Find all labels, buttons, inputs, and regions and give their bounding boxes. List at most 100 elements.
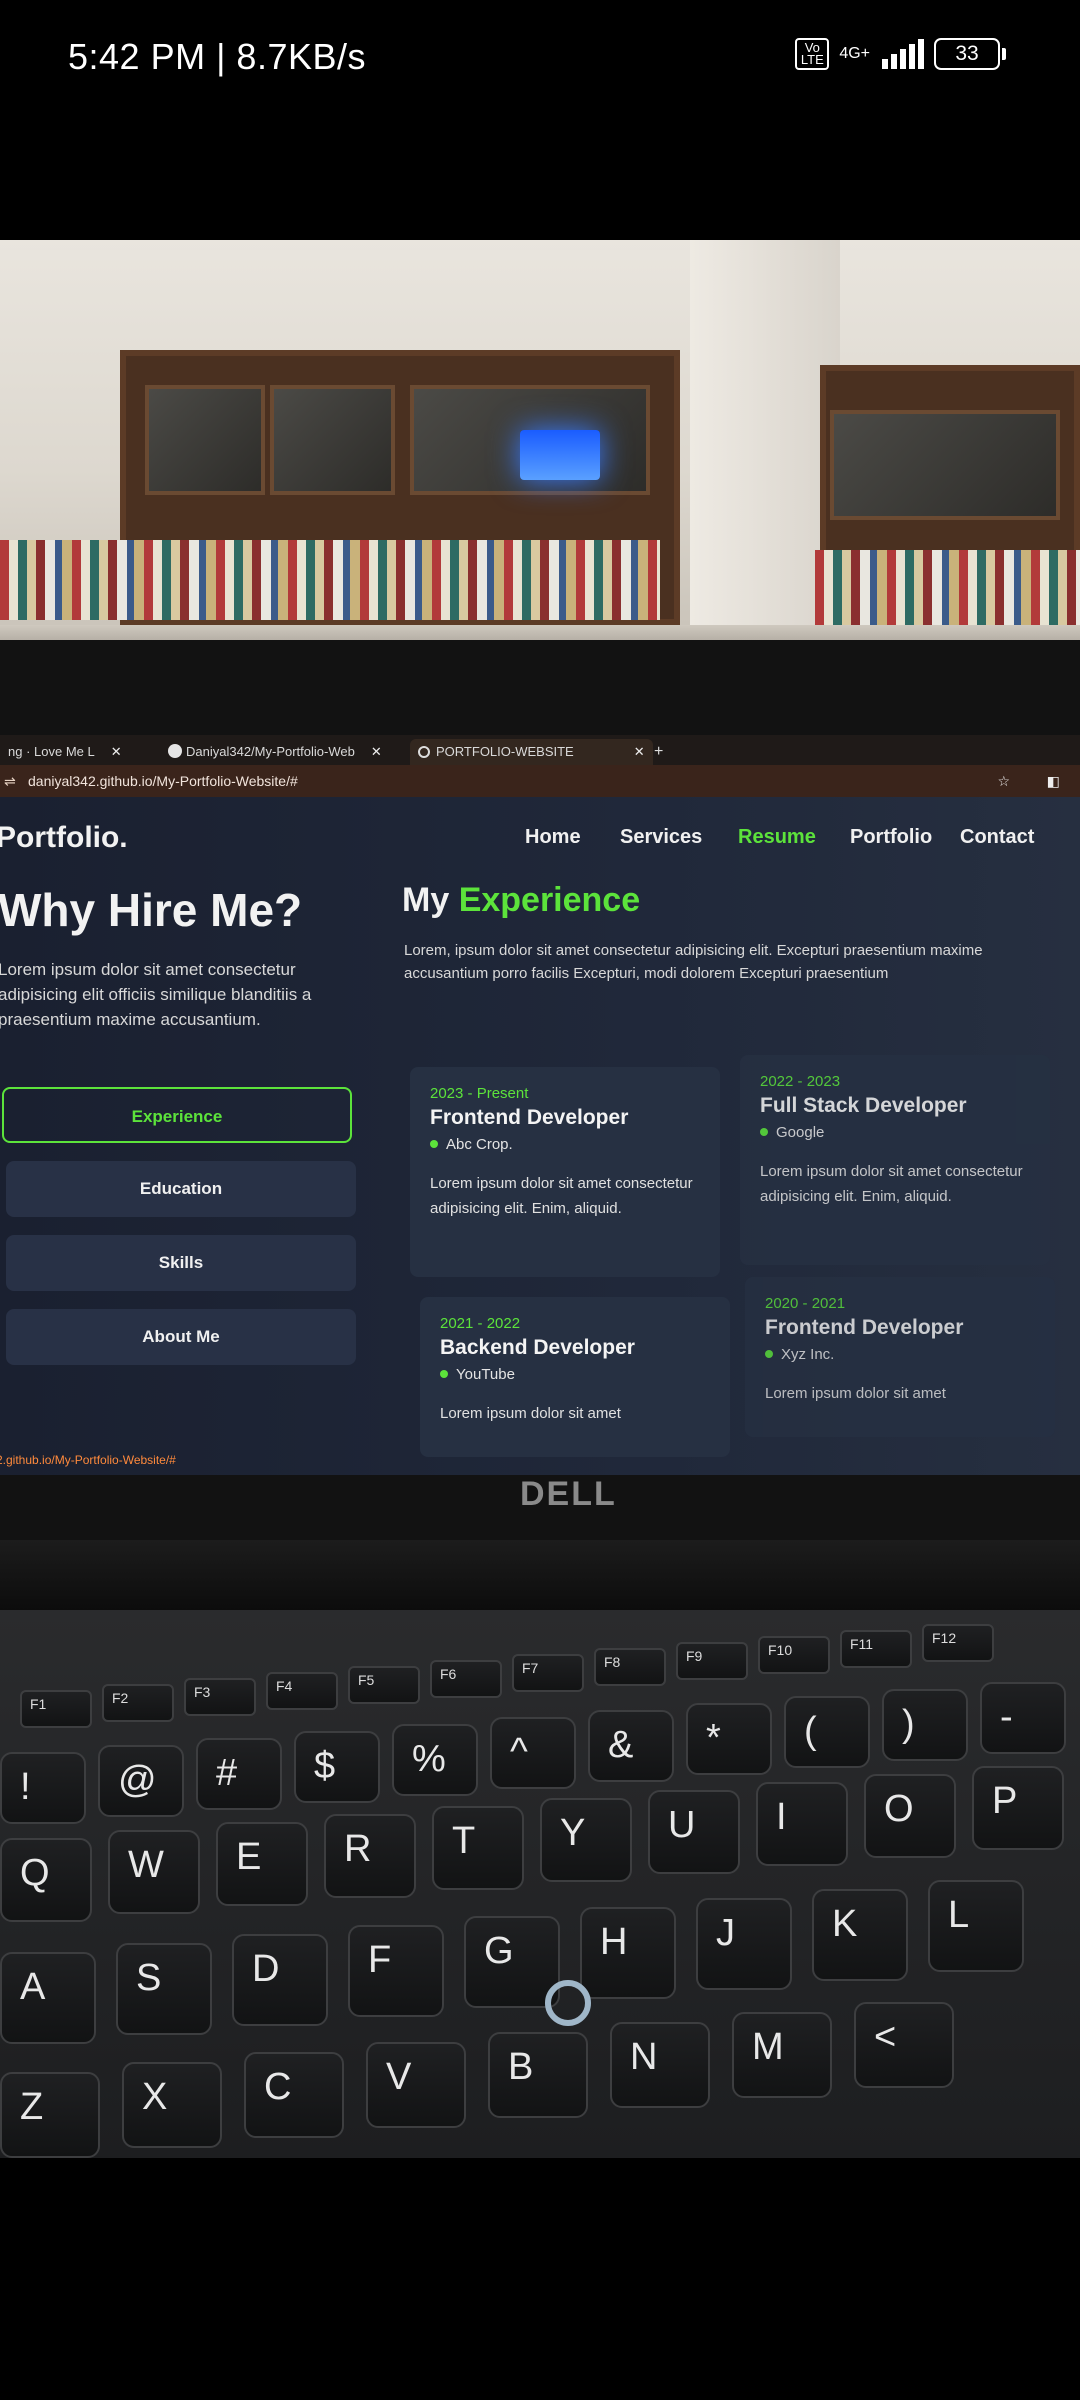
key-number_row-5[interactable]: ^ bbox=[490, 1717, 576, 1789]
key-row_a-2[interactable]: D bbox=[232, 1934, 328, 2026]
key-fn_keys-10[interactable]: F11 bbox=[840, 1630, 912, 1668]
nav-contact[interactable]: Contact bbox=[960, 826, 1034, 849]
key-number_row-9[interactable]: ) bbox=[882, 1689, 968, 1761]
key-row_q-1[interactable]: W bbox=[108, 1830, 200, 1914]
experience-title: My Experience bbox=[402, 881, 641, 919]
key-fn_keys-6[interactable]: F7 bbox=[512, 1654, 584, 1692]
site-info-icon[interactable]: ⇌ bbox=[4, 765, 16, 797]
nav-portfolio[interactable]: Portfolio bbox=[850, 826, 932, 849]
volte-icon: Vo LTE bbox=[795, 38, 830, 70]
star-icon[interactable]: ☆ bbox=[997, 765, 1010, 797]
address-bar[interactable]: ⇌ daniyal342.github.io/My-Portfolio-Webs… bbox=[0, 765, 1080, 797]
cabinet-glass bbox=[830, 410, 1060, 520]
key-number_row-10[interactable]: - bbox=[980, 1682, 1066, 1754]
key-label: D bbox=[252, 1948, 280, 1990]
key-fn_keys-2[interactable]: F3 bbox=[184, 1678, 256, 1716]
key-fn_keys-9[interactable]: F10 bbox=[758, 1636, 830, 1674]
key-number_row-3[interactable]: $ bbox=[294, 1731, 380, 1803]
skills-button[interactable]: Skills bbox=[6, 1235, 356, 1291]
education-button[interactable]: Education bbox=[6, 1161, 356, 1217]
key-row_q-4[interactable]: T bbox=[432, 1806, 524, 1890]
status-time: 5:42 PM | 8.7KB/s bbox=[68, 36, 366, 77]
key-fn_keys-5[interactable]: F6 bbox=[430, 1660, 502, 1698]
extension-icon[interactable]: ◧ bbox=[1047, 765, 1060, 797]
key-row_z-0[interactable]: Z bbox=[0, 2072, 100, 2158]
key-label: $ bbox=[314, 1745, 336, 1787]
key-row_z-2[interactable]: C bbox=[244, 2052, 344, 2138]
status-icons: Vo LTE 4G+ 33 bbox=[795, 38, 1006, 70]
key-row_q-0[interactable]: Q bbox=[0, 1838, 92, 1922]
close-icon[interactable]: ✕ bbox=[111, 744, 122, 759]
key-number_row-6[interactable]: & bbox=[588, 1710, 674, 1782]
key-fn_keys-0[interactable]: F1 bbox=[20, 1690, 92, 1728]
key-label: F7 bbox=[522, 1660, 539, 1676]
key-row_z-6[interactable]: M bbox=[732, 2012, 832, 2098]
key-fn_keys-8[interactable]: F9 bbox=[676, 1642, 748, 1680]
new-tab-button[interactable]: + bbox=[654, 739, 663, 765]
key-row_z-4[interactable]: B bbox=[488, 2032, 588, 2118]
tab-love-me[interactable]: ng · Love Me L ✕ bbox=[0, 739, 130, 765]
key-label: L bbox=[948, 1894, 970, 1936]
key-number_row-0[interactable]: ! bbox=[0, 1752, 86, 1824]
key-row_a-3[interactable]: F bbox=[348, 1925, 444, 2017]
nav-services[interactable]: Services bbox=[620, 826, 702, 849]
key-row_a-1[interactable]: S bbox=[116, 1943, 212, 2035]
nav-home[interactable]: Home bbox=[525, 826, 581, 849]
card-company: Abc Crop. bbox=[430, 1136, 700, 1153]
why-hire-text: Lorem ipsum dolor sit amet consectetur a… bbox=[0, 960, 312, 1029]
key-row_a-8[interactable]: L bbox=[928, 1880, 1024, 1972]
trackpoint[interactable] bbox=[545, 1980, 591, 2026]
key-fn_keys-3[interactable]: F4 bbox=[266, 1672, 338, 1710]
key-number_row-8[interactable]: ( bbox=[784, 1696, 870, 1768]
close-icon[interactable]: ✕ bbox=[371, 744, 382, 759]
key-fn_keys-4[interactable]: F5 bbox=[348, 1666, 420, 1704]
key-label: # bbox=[216, 1752, 238, 1794]
key-row_q-7[interactable]: I bbox=[756, 1782, 848, 1866]
key-row_a-7[interactable]: K bbox=[812, 1889, 908, 1981]
card-date: 2023 - Present bbox=[430, 1085, 529, 1102]
key-row_z-7[interactable]: < bbox=[854, 2002, 954, 2088]
key-row_q-9[interactable]: P bbox=[972, 1766, 1064, 1850]
site-logo[interactable]: Portfolio. bbox=[0, 821, 128, 855]
key-label: X bbox=[142, 2076, 168, 2118]
key-row_q-8[interactable]: O bbox=[864, 1774, 956, 1858]
key-number_row-7[interactable]: * bbox=[686, 1703, 772, 1775]
key-label: * bbox=[706, 1717, 721, 1759]
experience-button[interactable]: Experience bbox=[2, 1087, 352, 1143]
dot-icon bbox=[760, 1128, 768, 1136]
close-icon[interactable]: ✕ bbox=[634, 744, 645, 759]
card-date: 2022 - 2023 bbox=[760, 1073, 841, 1090]
key-fn_keys-11[interactable]: F12 bbox=[922, 1624, 994, 1662]
nav-resume[interactable]: Resume bbox=[738, 826, 816, 849]
key-label: ) bbox=[902, 1703, 915, 1745]
card-desc: Lorem ipsum dolor sit amet bbox=[765, 1385, 946, 1402]
bottom-bar bbox=[0, 2158, 1080, 2400]
key-row_q-2[interactable]: E bbox=[216, 1822, 308, 1906]
globe-icon bbox=[418, 746, 430, 758]
key-row_q-6[interactable]: U bbox=[648, 1790, 740, 1874]
about-me-button[interactable]: About Me bbox=[6, 1309, 356, 1365]
key-row_a-6[interactable]: J bbox=[696, 1898, 792, 1990]
key-row_z-1[interactable]: X bbox=[122, 2062, 222, 2148]
cabinet-glass bbox=[145, 385, 265, 495]
tab-portfolio[interactable]: PORTFOLIO-WEBSITE ✕ bbox=[410, 739, 653, 765]
url-text[interactable]: daniyal342.github.io/My-Portfolio-Websit… bbox=[28, 765, 298, 797]
key-row_q-3[interactable]: R bbox=[324, 1814, 416, 1898]
key-number_row-2[interactable]: # bbox=[196, 1738, 282, 1810]
experience-text: Lorem, ipsum dolor sit amet consectetur … bbox=[404, 942, 983, 982]
key-fn_keys-1[interactable]: F2 bbox=[102, 1684, 174, 1722]
key-label: O bbox=[884, 1788, 914, 1830]
key-row_z-5[interactable]: N bbox=[610, 2022, 710, 2108]
key-row_z-3[interactable]: V bbox=[366, 2042, 466, 2128]
key-row_a-5[interactable]: H bbox=[580, 1907, 676, 1999]
tab-github[interactable]: Daniyal342/My-Portfolio-Web ✕ bbox=[160, 739, 390, 765]
laptop-hinge bbox=[0, 1540, 1080, 1620]
dot-icon bbox=[765, 1350, 773, 1358]
key-number_row-4[interactable]: % bbox=[392, 1724, 478, 1796]
key-row_a-0[interactable]: A bbox=[0, 1952, 96, 2044]
key-number_row-1[interactable]: @ bbox=[98, 1745, 184, 1817]
key-label: B bbox=[508, 2046, 534, 2088]
card-role: Frontend Developer bbox=[765, 1316, 964, 1339]
key-fn_keys-7[interactable]: F8 bbox=[594, 1648, 666, 1686]
key-row_q-5[interactable]: Y bbox=[540, 1798, 632, 1882]
